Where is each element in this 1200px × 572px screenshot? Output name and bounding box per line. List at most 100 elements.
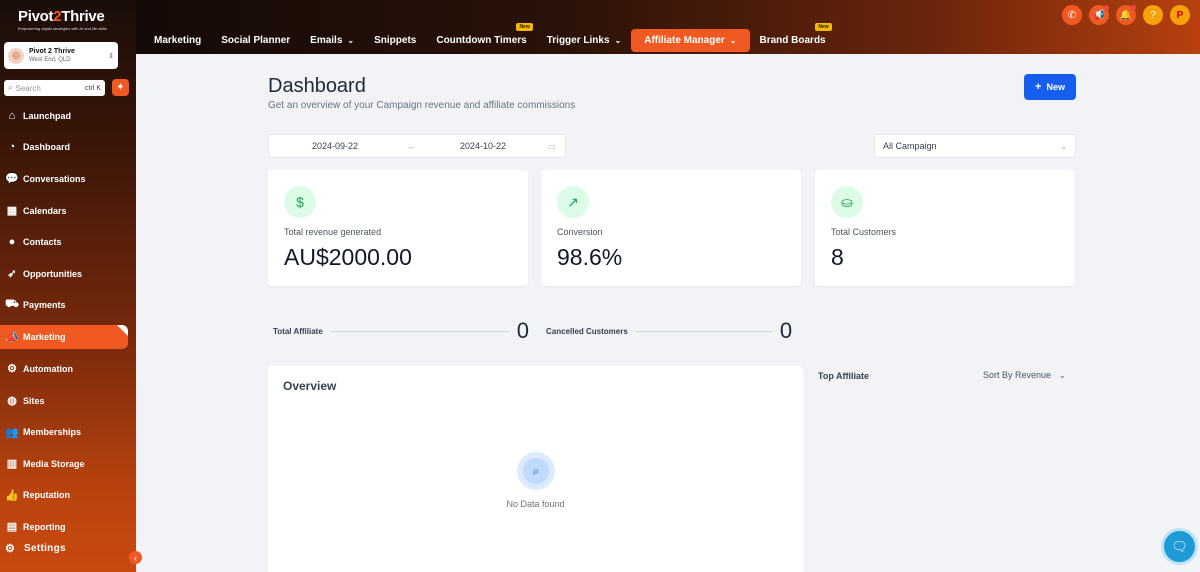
quick-action-button[interactable]: ✦ — [112, 79, 129, 96]
trending-up-icon: ↗ — [557, 186, 589, 218]
tab-brand-boards[interactable]: Brand Boards New — [750, 23, 836, 52]
support-chat-button[interactable]: 🗨 — [1164, 531, 1195, 562]
chevron-down-icon: ⌄ — [1060, 141, 1067, 151]
top-right-actions: ✆ 📢 🔔 ? P — [1062, 5, 1190, 25]
sidebar-item-automation[interactable]: ⚙ Automation — [0, 353, 136, 385]
conversion-card: ↗ Conversion 98.6% — [541, 170, 801, 286]
report-icon: ▤ — [6, 521, 18, 534]
sidebar-item-memberships[interactable]: 👥 Memberships — [0, 416, 136, 448]
tab-snippets[interactable]: Snippets — [364, 29, 426, 52]
top-affiliate-title: Top Affiliate — [818, 371, 869, 381]
sidebar-item-opportunities[interactable]: ➶ Opportunities — [0, 258, 136, 290]
tab-trigger-links[interactable]: Trigger Links ⌄ — [537, 29, 632, 52]
chevron-down-icon: ⌄ — [614, 36, 622, 45]
sidebar-item-label: Dashboard — [23, 142, 71, 153]
chevron-down-icon: ⌄ — [347, 36, 355, 45]
bell-icon[interactable]: 🔔 — [1116, 5, 1136, 25]
search-icon: ⌕ — [8, 83, 13, 92]
tab-label: Emails — [310, 35, 343, 46]
chevron-down-icon: ⌄ — [1059, 370, 1066, 380]
card-label: Conversion — [557, 227, 603, 237]
tab-label: Marketing — [154, 35, 202, 46]
sidebar-item-label: Memberships — [23, 427, 82, 438]
stat-value: 0 — [516, 318, 530, 343]
tab-countdown-timers[interactable]: Countdown Timers New — [426, 23, 536, 52]
search-input[interactable]: ⌕ Search ctrl K — [4, 80, 105, 96]
top-nav-tabs: Marketing Social Planner Emails ⌄ Snippets Co… — [144, 23, 836, 52]
sidebar-item-sites[interactable]: ◍ Sites — [0, 385, 136, 417]
search-shortcut: ctrl K — [85, 84, 101, 92]
sidebar-item-label: Conversations — [23, 173, 86, 184]
sidebar-item-reporting[interactable]: ▤ Reporting — [0, 511, 136, 543]
stat-value: 0 — [779, 318, 793, 343]
chat-icon: 💬 — [5, 173, 19, 186]
empty-state-icon: ⌕ — [517, 452, 555, 490]
empty-state-text: No Data found — [506, 499, 565, 509]
help-icon[interactable]: ? — [1143, 5, 1163, 25]
overview-title: Overview — [283, 379, 337, 393]
cog-icon: ⚙ — [7, 363, 17, 376]
sidebar-item-reputation[interactable]: 👍 Reputation — [0, 480, 136, 512]
arrow-right-icon: → — [406, 141, 415, 151]
card-label: Total revenue generated — [284, 227, 382, 237]
search-icon: ⌕ — [523, 458, 549, 484]
gauge-icon: ◔ — [8, 141, 16, 154]
sidebar-item-label: Reputation — [23, 490, 70, 501]
sidebar-item-calendars[interactable]: ▦ Calendars — [0, 195, 136, 227]
sidebar-item-payments[interactable]: ⛟ Payments — [0, 290, 136, 322]
chevron-updown-icon: ⇕ — [108, 52, 114, 60]
main-content: Dashboard Get an overview of your Campai… — [136, 54, 1200, 572]
tab-marketing[interactable]: Marketing — [144, 29, 211, 52]
sidebar-item-label: Marketing — [23, 332, 66, 343]
chevron-down-icon: ⌄ — [729, 36, 737, 45]
date-start[interactable]: 2024-09-22 — [312, 141, 358, 151]
announcement-icon[interactable]: 📢 — [1089, 5, 1109, 25]
card-label: Total Customers — [831, 227, 897, 237]
campaign-select[interactable]: All Campaign ⌄ — [874, 134, 1076, 158]
card-value: 98.6% — [557, 244, 623, 270]
sidebar-item-label: Contacts — [23, 237, 62, 248]
location-icon: ◎ — [8, 47, 24, 64]
sidebar-item-label: Sites — [23, 395, 45, 406]
sidebar-item-contacts[interactable]: ● Contacts — [0, 226, 136, 258]
tab-affiliate-manager[interactable]: Affiliate Manager ⌄ — [631, 29, 750, 52]
sidebar-item-settings[interactable]: ⚙ Settings — [5, 542, 66, 555]
location-switcher[interactable]: ◎ Pivot 2 Thrive West End, QLD ⇕ — [4, 42, 118, 69]
sidebar-item-dashboard[interactable]: ◔ Dashboard — [0, 132, 136, 164]
page-title: Dashboard — [268, 75, 366, 97]
sidebar: Pivot2Thrive Empowering digital strategi… — [0, 0, 142, 572]
sidebar-item-label: Reporting — [23, 521, 66, 532]
card-value: AU$2000.00 — [284, 244, 412, 270]
date-range-picker[interactable]: 2024-09-22 → 2024-10-22 ▭ — [268, 134, 566, 158]
cart-icon: ⛟ — [5, 298, 19, 311]
location-sub: West End, QLD — [29, 57, 71, 63]
customers-card: ⛀ Total Customers 8 — [815, 170, 1075, 286]
tab-emails[interactable]: Emails ⌄ — [300, 29, 364, 52]
stat-label: Total Affiliate — [273, 326, 323, 336]
user-avatar[interactable]: P — [1170, 5, 1190, 25]
chart-icon: ▥ — [6, 458, 18, 471]
sidebar-item-conversations[interactable]: 💬 Conversations — [0, 163, 136, 195]
thumbs-up-icon: 👍 — [5, 489, 19, 502]
tab-label: Snippets — [374, 35, 417, 46]
sidebar-item-label: Automation — [23, 363, 73, 374]
home-icon: ⌂ — [8, 109, 16, 122]
users-icon: 👥 — [5, 426, 19, 439]
sidebar-item-marketing[interactable]: 📣 Marketing — [0, 325, 128, 350]
stat-label: Cancelled Customers — [546, 326, 628, 336]
divider — [330, 330, 509, 332]
sidebar-nav: ⌂ Launchpad ◔ Dashboard 💬 Conversations ▦ Calen… — [0, 100, 136, 543]
sidebar-item-label: Media Storage — [23, 458, 85, 469]
date-end[interactable]: 2024-10-22 — [460, 141, 506, 151]
phone-icon[interactable]: ✆ — [1062, 5, 1082, 25]
tab-social-planner[interactable]: Social Planner — [211, 29, 300, 52]
sidebar-item-media-storage[interactable]: ▥ Media Storage — [0, 448, 136, 480]
calendar-icon: ▦ — [6, 205, 18, 218]
tab-label: Brand Boards — [759, 35, 826, 46]
new-button[interactable]: + New — [1024, 74, 1076, 100]
sort-by-dropdown[interactable]: Sort By Revenue ⌄ — [983, 370, 1066, 380]
sidebar-item-launchpad[interactable]: ⌂ Launchpad — [0, 100, 136, 132]
brand-logo[interactable]: Pivot2Thrive Empowering digital strategi… — [18, 8, 118, 32]
cancelled-customers-stat: Cancelled Customers 0 — [546, 318, 792, 344]
page-subtitle: Get an overview of your Campaign revenue… — [268, 100, 576, 111]
